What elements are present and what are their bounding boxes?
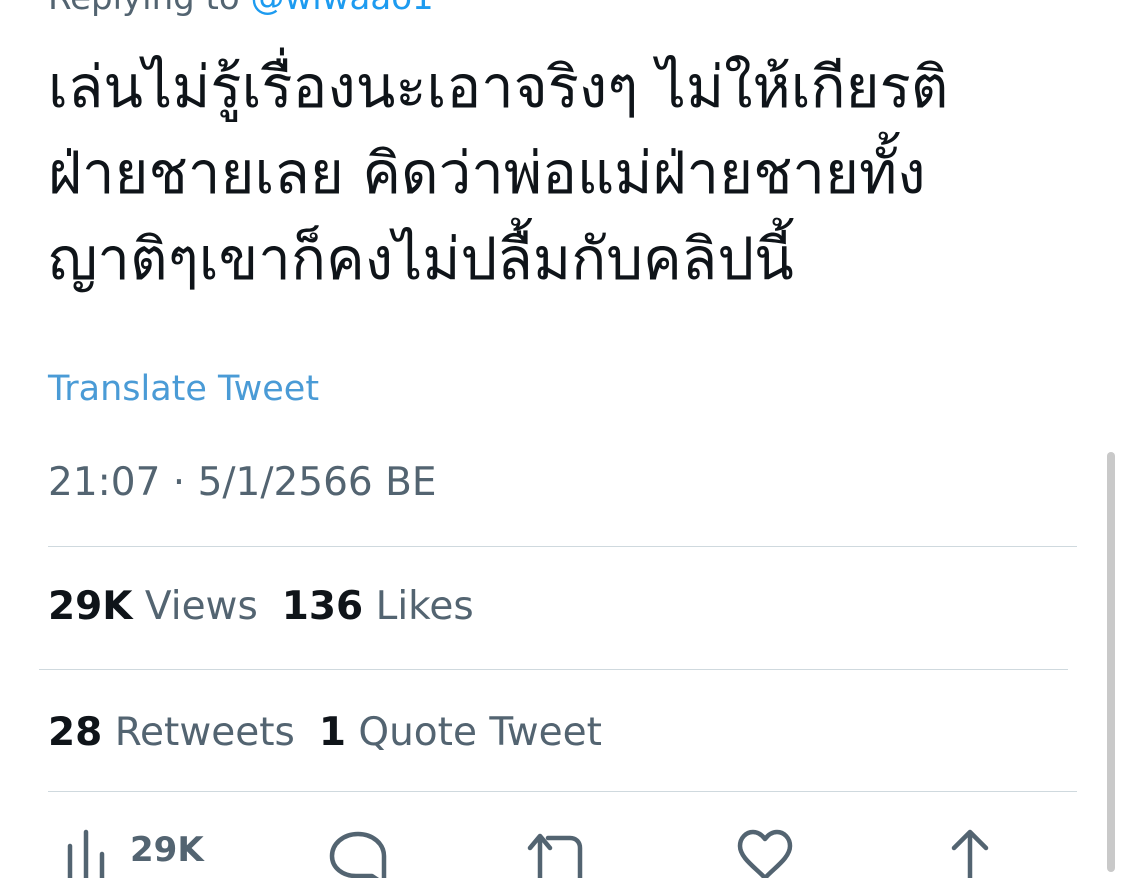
share-icon	[946, 828, 994, 878]
share-button[interactable]	[946, 828, 994, 888]
likes-count: 136	[281, 584, 364, 629]
tweet-timestamp[interactable]: 21:07 · 5/1/2566 BE	[48, 458, 437, 508]
quotes-count: 1	[318, 710, 346, 755]
replying-prefix: Replying to	[48, 0, 251, 18]
likes-label: Likes	[375, 584, 474, 629]
translate-tweet-link[interactable]: Translate Tweet	[48, 367, 319, 411]
reply-button[interactable]	[328, 828, 388, 888]
reply-icon	[328, 828, 388, 878]
divider	[48, 791, 1077, 792]
divider	[48, 546, 1077, 547]
analytics-count: 29K	[130, 830, 204, 870]
like-button[interactable]	[736, 828, 794, 888]
stats-row-views-likes: 29K Views 136 Likes	[48, 582, 474, 632]
retweets-count: 28	[48, 710, 103, 755]
tweet-text: เล่นไม่รู้เรื่องนะเอาจริงๆ ไม่ให้เกียรติ…	[48, 53, 949, 293]
tweet-action-bar: 29K	[0, 820, 1125, 880]
views-label: Views	[144, 584, 258, 629]
views-count: 29K	[48, 584, 133, 629]
like-icon	[736, 828, 794, 878]
views-stat[interactable]: 29K Views	[48, 584, 258, 629]
quotes-stat[interactable]: 1 Quote Tweet	[319, 710, 602, 755]
divider	[39, 669, 1068, 670]
reply-handle-link[interactable]: @wiwaao1	[251, 0, 434, 18]
scrollbar[interactable]	[1107, 452, 1115, 872]
retweets-stat[interactable]: 28 Retweets	[48, 710, 295, 755]
retweet-button[interactable]	[526, 828, 588, 888]
retweets-label: Retweets	[114, 710, 295, 755]
analytics-icon	[64, 828, 114, 878]
likes-stat[interactable]: 136 Likes	[282, 584, 474, 629]
stats-row-retweets-quotes: 28 Retweets 1 Quote Tweet	[48, 708, 602, 758]
retweet-icon	[526, 828, 588, 878]
analytics-button[interactable]: 29K	[64, 828, 204, 888]
quotes-label: Quote Tweet	[358, 710, 602, 755]
replying-to: Replying to @wiwaao1	[48, 0, 434, 18]
